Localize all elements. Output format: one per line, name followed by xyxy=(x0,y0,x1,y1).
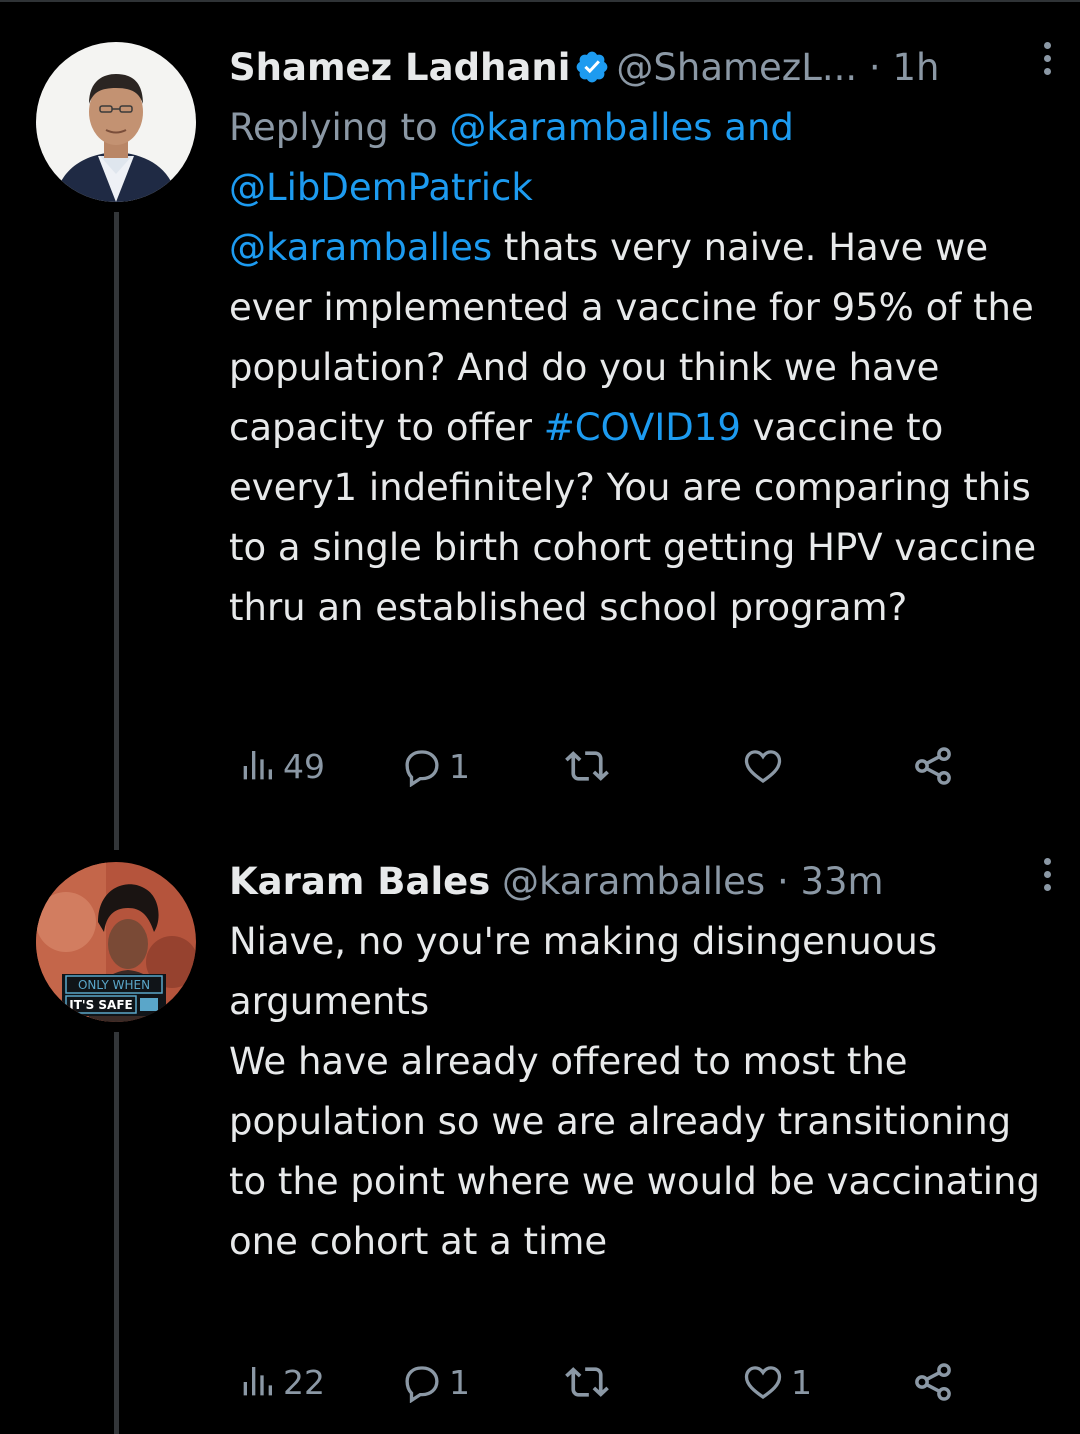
action-bar: 49 1 xyxy=(229,736,989,796)
views-icon xyxy=(243,1367,272,1396)
like-icon xyxy=(744,1366,782,1400)
avatar-shamez[interactable] xyxy=(36,42,196,202)
tweet-shamez[interactable]: Shamez Ladhani @ShamezL... · 1h Replying … xyxy=(0,0,1080,850)
separator-dot: · xyxy=(868,46,881,89)
share-button[interactable] xyxy=(911,1352,955,1412)
share-button[interactable] xyxy=(911,736,955,796)
views-count: 49 xyxy=(283,746,325,786)
views-count: 22 xyxy=(283,1362,325,1402)
display-name[interactable]: Shamez Ladhani xyxy=(229,46,570,89)
share-icon xyxy=(915,1363,951,1401)
hashtag-link[interactable]: #COVID19 xyxy=(544,406,741,449)
thread-line xyxy=(114,1032,119,1434)
tweet-text: @karamballes thats very naive. Have we e… xyxy=(229,218,1044,638)
tweet-header: Shamez Ladhani @ShamezL... · 1h xyxy=(229,38,1044,98)
like-count: 1 xyxy=(791,1362,812,1402)
reply-button[interactable]: 1 xyxy=(401,736,470,796)
like-icon xyxy=(744,750,782,784)
tweet-content: Karam Bales @karamballes · 33m Niave, no… xyxy=(229,852,1044,1272)
replying-to: Replying to @karamballes and @LibDemPatri… xyxy=(229,98,1044,218)
views-button[interactable]: 49 xyxy=(237,736,325,796)
retweet-button[interactable] xyxy=(565,1352,615,1412)
separator-dot: · xyxy=(776,860,789,903)
like-button[interactable]: 1 xyxy=(741,1352,812,1412)
handle[interactable]: @karamballes xyxy=(502,860,765,903)
mention-link[interactable]: @LibDemPatrick xyxy=(229,166,533,209)
avatar-karam[interactable]: ONLY WHEN IT'S SAFE xyxy=(36,862,196,1022)
avatar-badge-text-2: IT'S SAFE xyxy=(69,998,132,1012)
mention-link[interactable]: @karamballes xyxy=(449,106,712,149)
timestamp[interactable]: 33m xyxy=(800,860,883,903)
avatar-badge-text-1: ONLY WHEN xyxy=(78,978,150,992)
tweet-karam[interactable]: ONLY WHEN IT'S SAFE Karam Bales @karamba… xyxy=(0,850,1080,1434)
replying-prefix: Replying to xyxy=(229,106,438,149)
reply-count: 1 xyxy=(449,1362,470,1402)
reply-count: 1 xyxy=(449,746,470,786)
views-icon xyxy=(243,751,272,780)
tweet-content: Shamez Ladhani @ShamezL... · 1h Replying … xyxy=(229,38,1044,638)
mention-link[interactable]: @karamballes xyxy=(229,226,492,269)
like-button[interactable] xyxy=(741,736,791,796)
replying-and: and xyxy=(724,106,794,149)
timestamp[interactable]: 1h xyxy=(892,46,939,89)
reply-icon xyxy=(405,1366,439,1403)
retweet-icon xyxy=(565,1367,609,1397)
views-button[interactable]: 22 xyxy=(237,1352,325,1412)
thread-line xyxy=(114,212,119,850)
display-name[interactable]: Karam Bales xyxy=(229,860,490,903)
reply-icon xyxy=(405,750,439,787)
reply-button[interactable]: 1 xyxy=(401,1352,470,1412)
more-options-icon[interactable] xyxy=(1042,42,1052,82)
retweet-icon xyxy=(565,751,609,781)
share-icon xyxy=(915,747,951,785)
tweet-header: Karam Bales @karamballes · 33m xyxy=(229,852,1044,912)
verified-badge-icon xyxy=(577,51,608,83)
tweet-text: Niave, no you're making disingenuous arg… xyxy=(229,920,1040,1263)
retweet-button[interactable] xyxy=(565,736,615,796)
more-options-icon[interactable] xyxy=(1042,858,1052,898)
handle[interactable]: @ShamezL... xyxy=(616,46,857,89)
action-bar: 22 1 1 xyxy=(229,1352,989,1412)
